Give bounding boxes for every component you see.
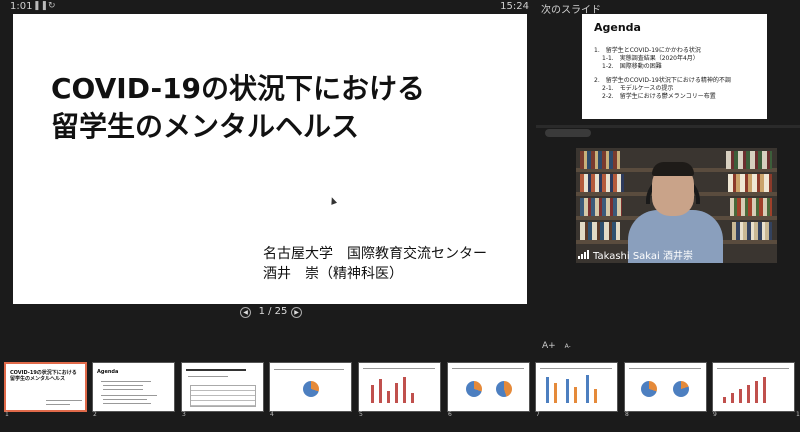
font-size-controls: A+ A- (542, 341, 577, 351)
slide-thumbnail-5[interactable] (358, 362, 441, 412)
next-slide-preview[interactable]: Agenda 1. 留学生とCOVID-19にかかわる状況 1-1. 実態調査結… (582, 14, 767, 119)
clock: 15:24 (500, 1, 529, 12)
agenda-item: 1. 留学生とCOVID-19にかかわる状況 (594, 47, 701, 54)
page-navigation: ◀ 1 / 25 ▶ (238, 306, 308, 320)
slide-title: COVID-19の状況下における 留学生のメンタルヘルス (51, 70, 511, 146)
next-slide-button[interactable]: ▶ (291, 307, 302, 318)
slide-thumbnail-3[interactable] (181, 362, 264, 412)
thumbnail-number: 2 (93, 411, 97, 418)
signal-strength-icon (578, 249, 589, 259)
thumbnail-number: 3 (182, 411, 186, 418)
affiliation-line2: 酒井 崇（精神科医） (263, 266, 403, 282)
thumbnail-number: 9 (713, 411, 717, 418)
participant-name-label: Takashi Sakai 酒井崇 (578, 247, 694, 262)
top-bar: 1:01 ❚❚ ↻ 15:24 (0, 0, 535, 14)
thumbnail-number: 6 (448, 411, 452, 418)
panel-divider (536, 125, 800, 128)
thumbnail-title: Agenda (97, 369, 119, 375)
thumbnail-number: 4 (270, 411, 274, 418)
thumbnail-number: 8 (625, 411, 629, 418)
slide-thumbnail-7[interactable] (535, 362, 618, 412)
slide-thumbnail-9[interactable] (712, 362, 795, 412)
affiliation-line1: 名古屋大学 国際教育交流センター (263, 246, 487, 262)
agenda-list: 1. 留学生とCOVID-19にかかわる状況 1-1. 実態調査結果（2020年… (594, 47, 731, 101)
slide-title-line1: COVID-19の状況下における (51, 72, 426, 105)
slide-thumbnail-4[interactable] (269, 362, 352, 412)
thumbnail-title: COVID-19の状況下における 留学生のメンタルヘルス (10, 370, 77, 382)
agenda-item: 2. 留学生のCOVID-19状況下における精神的不調 (594, 77, 731, 84)
increase-font-button[interactable]: A+ (542, 341, 556, 351)
agenda-item: 2-2. 留学生における鬱メランコリー布置 (602, 93, 716, 100)
pause-icon[interactable]: ❚❚ (33, 1, 48, 11)
slide-affiliation: 名古屋大学 国際教育交流センター 酒井 崇（精神科医） (263, 244, 487, 284)
participant-video[interactable]: Takashi Sakai 酒井崇 (576, 148, 777, 263)
slide-filmstrip: COVID-19の状況下における 留学生のメンタルヘルス Agenda 1 2 … (0, 359, 800, 432)
agenda-item: 1-2. 国際移動の困難 (602, 63, 662, 70)
decrease-font-button[interactable]: A- (565, 343, 571, 350)
thumbnail-number: 7 (536, 411, 540, 418)
agenda-item: 1-1. 実態調査結果（2020年4月） (602, 55, 699, 62)
thumbnail-number: 5 (359, 411, 363, 418)
agenda-item: 2-1. モデルケースの提示 (602, 85, 674, 92)
slide-thumbnail-8[interactable] (624, 362, 707, 412)
participant-name: Takashi Sakai 酒井崇 (593, 250, 694, 262)
agenda-title: Agenda (594, 21, 641, 34)
mouse-cursor-icon (328, 196, 338, 205)
current-slide: COVID-19の状況下における 留学生のメンタルヘルス 名古屋大学 国際教育交… (13, 14, 527, 304)
slide-thumbnail-6[interactable] (447, 362, 530, 412)
slide-thumbnail-2[interactable]: Agenda (92, 362, 175, 412)
presenter-view: 1:01 ❚❚ ↻ 15:24 次のスライド COVID-19の状況下における … (0, 0, 800, 432)
reset-icon[interactable]: ↻ (48, 1, 56, 11)
thumbnail-number: 10 (796, 411, 800, 418)
page-counter: 1 / 25 (258, 306, 288, 317)
elapsed-timer: 1:01 (10, 1, 33, 12)
slide-thumbnail-1[interactable]: COVID-19の状況下における 留学生のメンタルヘルス (4, 362, 87, 412)
slide-title-line2: 留学生のメンタルヘルス (51, 110, 360, 143)
previous-slide-button[interactable]: ◀ (240, 307, 251, 318)
thumbnail-number: 1 (5, 411, 9, 418)
redacted-name-pill (545, 129, 591, 137)
